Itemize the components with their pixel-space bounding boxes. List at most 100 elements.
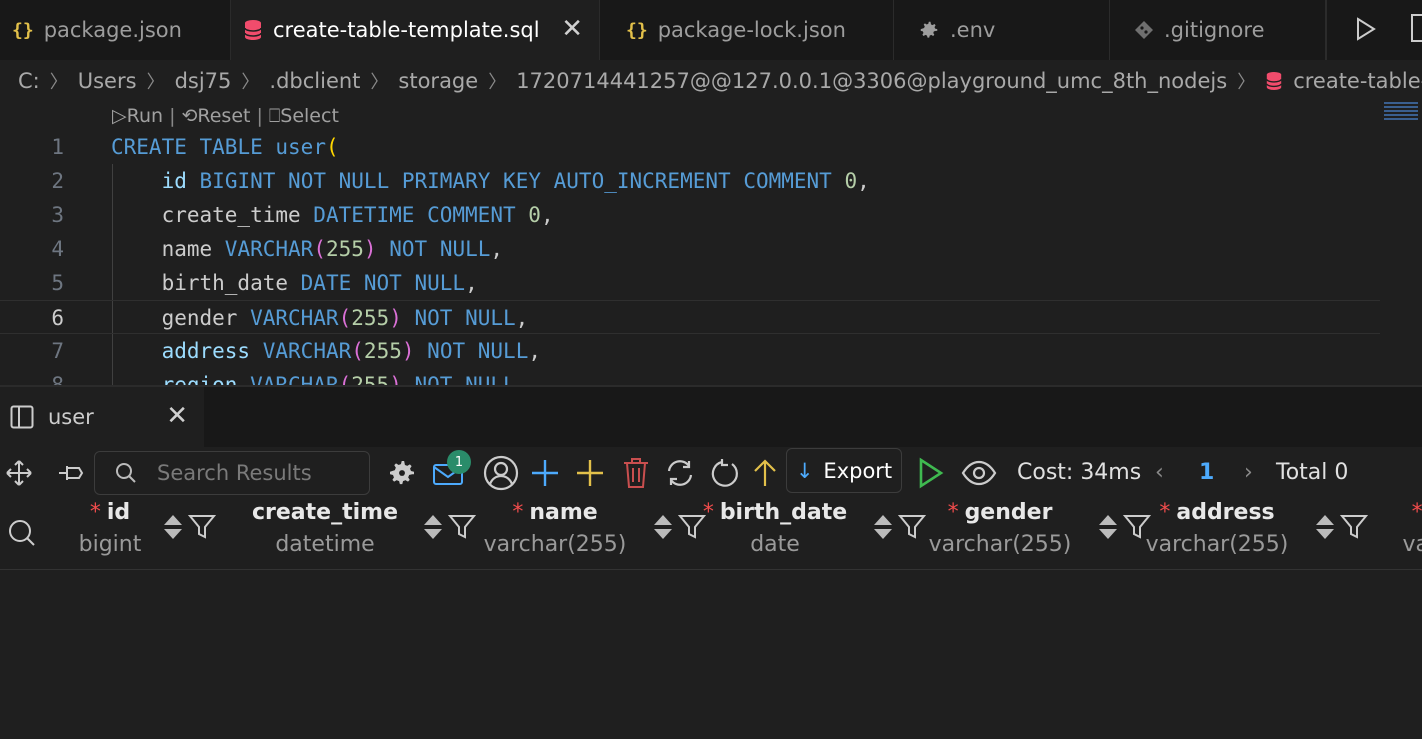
column-type: varchar(255) [483,532,627,557]
code-line[interactable]: 3 create_time DATETIME COMMENT 0, [0,198,1380,232]
trash-icon[interactable] [619,447,653,499]
column-header-address[interactable]: * address varchar(255) [1132,499,1382,569]
gear-icon[interactable] [384,447,420,499]
code-line[interactable]: 2 id BIGINT NOT NULL PRIMARY KEY AUTO_IN… [0,164,1380,198]
minimap[interactable] [1384,100,1418,124]
query-cost: Cost: 34ms [1017,460,1142,485]
eye-icon[interactable] [960,447,998,499]
database-icon [243,19,263,41]
tab-env[interactable]: .env [894,0,1110,60]
search-box[interactable] [94,451,370,495]
required-marker: * [1411,500,1422,525]
search-input[interactable] [155,460,369,486]
column-name: * birth_date [690,500,860,525]
required-marker: * [1159,500,1171,525]
chevron-right-icon: 〉 [1237,72,1256,93]
tab-user[interactable]: user ✕ [0,387,204,447]
breadcrumb-item[interactable]: create-table-templat [1293,69,1422,93]
table-view-icon [10,405,34,429]
sort-icon[interactable] [1097,513,1119,545]
run-query-icon[interactable] [914,447,948,499]
breadcrumb-item[interactable]: Users [78,69,137,93]
line-number: 8 [51,373,64,386]
user-circle-icon[interactable] [482,447,520,499]
reset-label: Reset [197,105,251,127]
select-link[interactable]: ⎕Select [269,105,339,127]
sync-icon[interactable] [662,447,698,499]
column-name: create_time [240,500,410,525]
column-tools [422,513,477,545]
run-file-icon[interactable] [1355,16,1377,46]
next-page-icon[interactable]: › [1244,447,1253,499]
arrow-up-icon[interactable] [750,447,780,499]
tab-gitignore[interactable]: .gitignore [1110,0,1326,60]
export-label: Export [823,458,893,483]
move-icon[interactable] [2,447,36,499]
sort-icon[interactable] [652,513,674,545]
reset-link[interactable]: ⟲Reset [181,105,250,127]
close-tab-icon[interactable]: ✕ [561,14,583,44]
close-tab-icon[interactable]: ✕ [166,401,188,431]
chevron-right-icon: 〉 [370,72,389,93]
breadcrumb-item[interactable]: .dbclient [269,69,360,93]
insert-icon[interactable] [573,447,607,499]
search-icon [115,462,137,484]
column-type: bigint [78,532,142,557]
result-table-header: * id bigint create_time datetime * name varchar… [0,499,1422,570]
run-label: Run [126,105,164,127]
sort-icon[interactable] [422,513,444,545]
column-header-gender[interactable]: * gender varchar(255) [915,499,1165,569]
column-header-birth_date[interactable]: * birth_date date [690,499,940,569]
code-text: region VARCHAR(255) NOT NULL, [161,373,529,386]
page-number[interactable]: 1 [1199,447,1214,499]
code-text: id BIGINT NOT NULL PRIMARY KEY AUTO_INCR… [161,169,870,193]
select-label: Select [280,105,339,127]
refresh-icon[interactable] [708,447,742,499]
breadcrumb-item[interactable]: storage [398,69,478,93]
code-line[interactable]: 8 region VARCHAR(255) NOT NULL, [0,368,1380,386]
code-text: gender VARCHAR(255) NOT NULL, [111,306,529,330]
column-name-text: gender [964,500,1053,525]
tab-label: package-lock.json [657,18,846,42]
column-header-create_time[interactable]: create_time datetime [240,499,490,569]
column-name: * name [470,500,640,525]
sort-icon[interactable] [872,513,894,545]
tab-package-json[interactable]: {} package.json [0,0,231,60]
result-toolbar: 1 ↓ Export Cost: 34ms ‹ 1 › Total 0 [0,447,1422,499]
split-editor-icon[interactable] [1411,14,1422,42]
column-header-name[interactable]: * name varchar(255) [470,499,720,569]
code-line[interactable]: 7 address VARCHAR(255) NOT NULL, [0,334,1380,368]
editor-tab-bar: {} package.json create-table-template.sq… [0,0,1422,60]
run-query-link[interactable]: ▷Run [112,105,163,127]
separator: | [169,105,176,127]
add-row-icon[interactable] [528,447,562,499]
prev-page-icon[interactable]: ‹ [1155,447,1164,499]
gear-icon [918,19,940,41]
breadcrumb-item[interactable]: C: [18,69,40,93]
code-line[interactable]: 1 CREATE TABLE user( [0,130,1380,164]
code-editor[interactable]: 1 CREATE TABLE user(2 id BIGINT NOT NULL … [0,130,1422,386]
arrow-down-icon: ↓ [795,458,814,483]
tab-label: package.json [43,18,182,42]
git-icon [1134,20,1154,40]
search-icon[interactable] [8,519,36,551]
breadcrumb-item[interactable]: 1720714441257@@127.0.0.1@3306@playground… [516,69,1227,93]
column-name: * address [1132,500,1302,525]
breadcrumb-item[interactable]: dsj75 [175,69,232,93]
pin-icon[interactable] [54,447,88,499]
tab-package-lock-json[interactable]: {} package-lock.json [600,0,894,60]
code-line[interactable]: 6 gender VARCHAR(255) NOT NULL, [0,300,1380,334]
sort-icon[interactable] [1314,513,1336,545]
column-header-re[interactable]: *re varch [1348,499,1422,569]
chevron-right-icon: 〉 [241,72,260,93]
required-marker: * [947,500,959,525]
export-button[interactable]: ↓ Export [786,448,902,493]
column-header-id[interactable]: * id bigint [70,499,230,569]
filter-icon[interactable] [187,514,217,544]
required-marker: * [512,500,524,525]
tab-create-table-template-sql[interactable]: create-table-template.sql ✕ [231,0,600,60]
code-line[interactable]: 4 name VARCHAR(255) NOT NULL, [0,232,1380,266]
code-text: address VARCHAR(255) NOT NULL, [161,339,541,363]
sort-icon[interactable] [162,513,184,545]
code-line[interactable]: 5 birth_date DATE NOT NULL, [0,266,1380,300]
